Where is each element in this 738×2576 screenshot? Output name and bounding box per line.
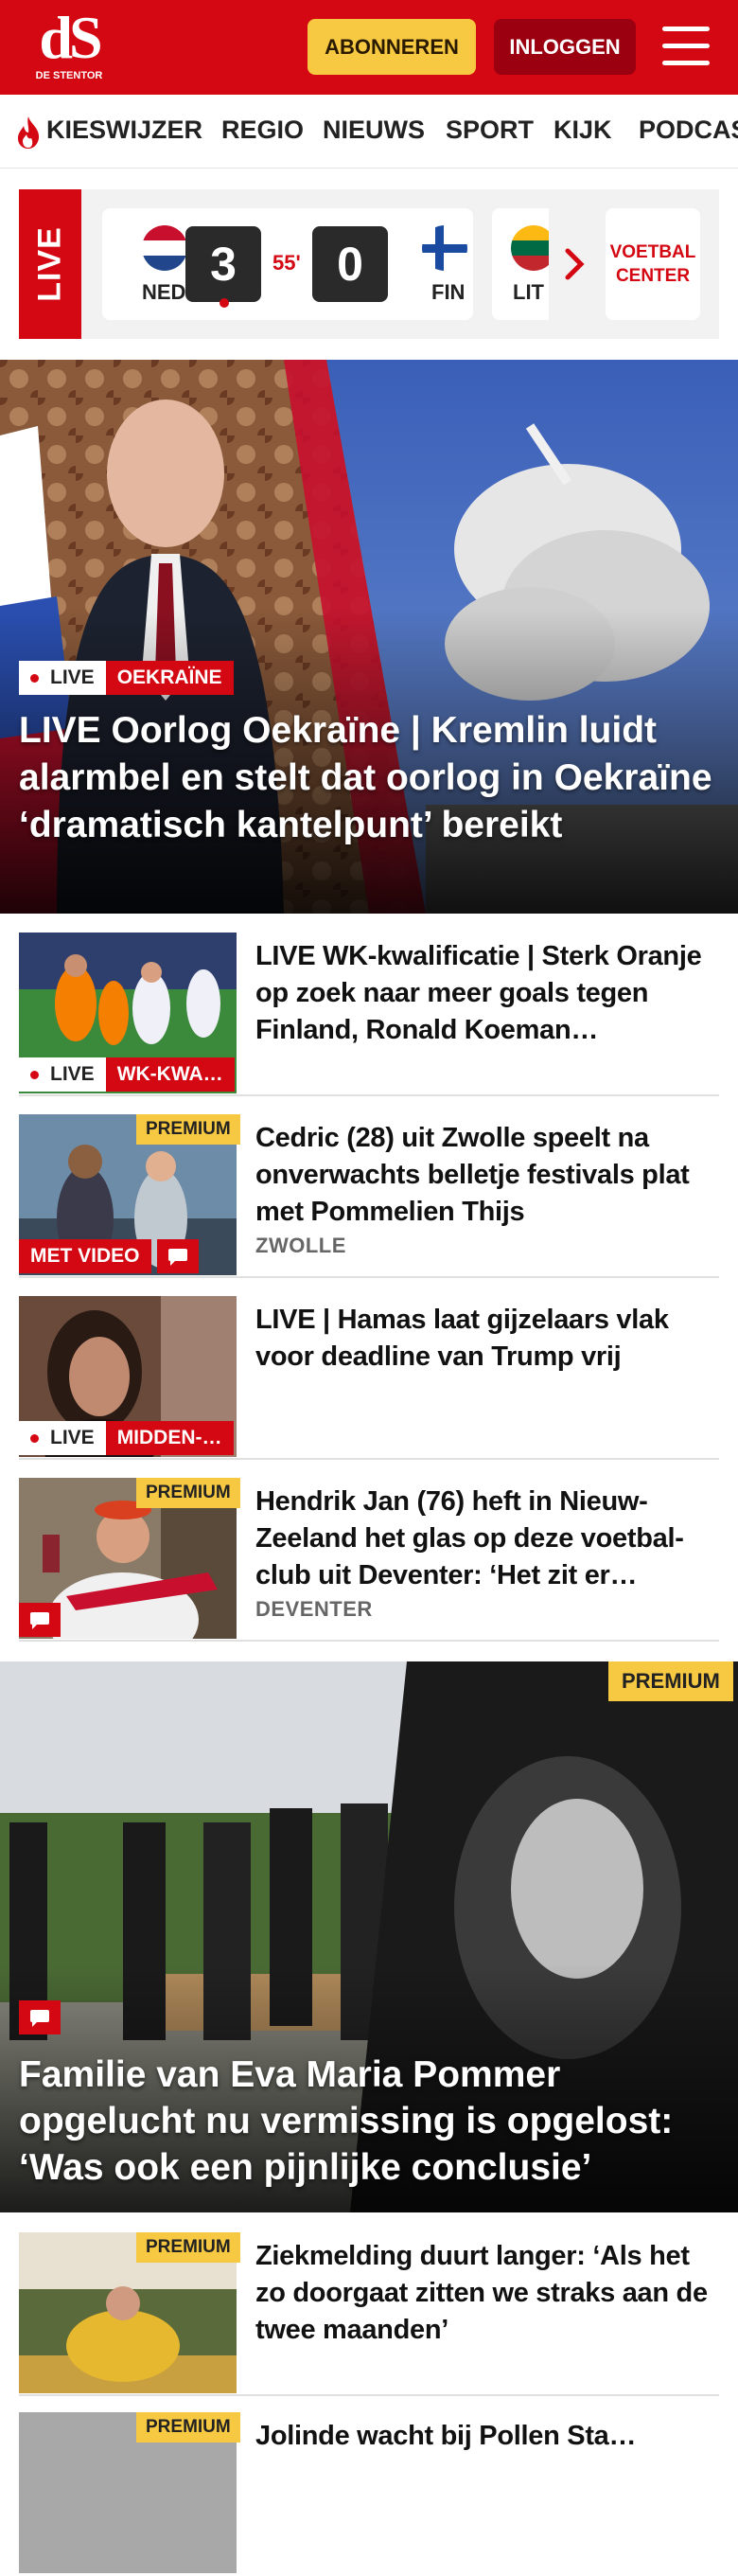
live-scoreboard: LIVE NED 3 55' 0 FIN LIT VOETBAL CENTER: [19, 189, 719, 339]
article-title[interactable]: LIVE | Hamas laat gijzelaars vlak voor d…: [255, 1302, 719, 1376]
flame-icon: [18, 116, 40, 149]
voetbal-center-label-2: CENTER: [615, 266, 691, 286]
live-badge: LIVE: [19, 661, 106, 695]
subscribe-button[interactable]: ABONNEREN: [308, 19, 476, 75]
hero-badges: LIVE OEKRAÏNE: [19, 661, 234, 695]
article-location: ZWOLLE: [255, 1234, 346, 1257]
away-team-code: FIN: [431, 280, 466, 304]
comment-icon: [156, 1239, 199, 1273]
home-team-code: NED: [142, 280, 186, 304]
article-badges: LIVE MIDDEN-…: [19, 1421, 234, 1455]
match-card[interactable]: NED 3 55' 0 FIN: [102, 208, 473, 320]
list-item[interactable]: PREMIUM Hendrik Jan (76) heft in Nieuw-Z…: [19, 1478, 719, 1642]
article-badges: MET VIDEO: [19, 1239, 199, 1273]
list-item[interactable]: PREMIUM MET VIDEO Cedric (28) uit Zwolle…: [19, 1114, 719, 1278]
flag-lt-icon: [511, 225, 549, 271]
nav-item-kieswijzer[interactable]: KIESWIJZER: [46, 115, 202, 145]
nav-item-sport[interactable]: SPORT: [446, 115, 534, 145]
comment-icon: [19, 1603, 61, 1637]
main-nav: KIESWIJZER REGIO NIEUWS SPORT KIJK PODCA…: [0, 95, 738, 169]
chevron-right-icon: [565, 248, 585, 280]
premium-badge: PREMIUM: [608, 1661, 733, 1701]
nav-item-nieuws[interactable]: NIEUWS: [323, 115, 425, 145]
video-badge: MET VIDEO: [19, 1239, 151, 1273]
nav-item-regio[interactable]: REGIO: [221, 115, 304, 145]
nav-item-kijk[interactable]: KIJK: [554, 115, 612, 145]
list-item[interactable]: PREMIUM Jolinde wacht bij Pollen Sta…: [19, 2412, 719, 2576]
site-logo[interactable]: dS DE STENTOR: [26, 4, 112, 83]
article-location: DEVENTER: [255, 1597, 373, 1621]
header-bar: dS DE STENTOR ABONNEREN INLOGGEN: [0, 0, 738, 95]
article-badges: LIVE WK-KWA…: [19, 1057, 235, 1092]
hero-title[interactable]: LIVE Oorlog Oekraïne | Kremlin luidt ala…: [19, 707, 719, 849]
article-title[interactable]: Hendrik Jan (76) heft in Nieuw-Zeeland h…: [255, 1483, 719, 1594]
premium-badge: PREMIUM: [136, 2232, 240, 2263]
list-item[interactable]: PREMIUM Ziekmelding duurt langer: ‘Als h…: [19, 2232, 719, 2396]
premium-badge: PREMIUM: [136, 1478, 240, 1508]
premium-badge: PREMIUM: [136, 1114, 240, 1145]
flag-fi-icon: [422, 225, 467, 271]
article-title[interactable]: Cedric (28) uit Zwolle speelt na onverwa…: [255, 1120, 719, 1231]
voetbal-center-label-1: VOETBAL: [609, 242, 696, 262]
live-dot-icon: [220, 298, 229, 308]
live-dot-icon: [30, 1433, 39, 1443]
list-item[interactable]: LIVE WK-KWA… LIVE WK-kwalificatie | Ster…: [19, 933, 719, 1096]
live-dot-icon: [30, 1070, 39, 1079]
logo-mark: dS: [39, 4, 102, 71]
flag-nl-icon: [142, 225, 187, 271]
feature-title[interactable]: Familie van Eva Maria Pommer opgelucht n…: [19, 2052, 719, 2191]
section-badge: WK-KWA…: [105, 1057, 235, 1092]
article-title[interactable]: Ziekmelding duurt langer: ‘Als het zo do…: [255, 2238, 719, 2349]
section-badge: OEKRAÏNE: [105, 661, 234, 695]
live-dot-icon: [30, 673, 39, 683]
menu-icon[interactable]: [662, 25, 712, 68]
hero-article[interactable]: LIVE OEKRAÏNE LIVE Oorlog Oekraïne | Kre…: [0, 360, 738, 914]
premium-badge: PREMIUM: [136, 2412, 240, 2443]
live-tab[interactable]: LIVE: [19, 189, 81, 339]
logo-subtitle: DE STENTOR: [35, 70, 103, 81]
home-score: 3: [185, 226, 261, 302]
away-score: 0: [312, 226, 388, 302]
live-badge: LIVE: [19, 1057, 106, 1092]
next-match-card[interactable]: LIT: [492, 208, 549, 320]
feature-article[interactable]: PREMIUM Familie van Eva Maria Pommer opg…: [0, 1661, 738, 2212]
login-button[interactable]: INLOGGEN: [494, 19, 636, 75]
next-team-code: LIT: [513, 280, 544, 304]
list-item[interactable]: LIVE MIDDEN-… LIVE | Hamas laat gijzelaa…: [19, 1296, 719, 1460]
live-tab-label: LIVE: [31, 226, 68, 302]
scroll-right-button[interactable]: [551, 208, 598, 320]
match-minute: 55': [272, 251, 301, 275]
comment-icon: [19, 2000, 61, 2034]
live-badge: LIVE: [19, 1421, 106, 1455]
voetbal-center-link[interactable]: VOETBAL CENTER: [606, 208, 700, 320]
nav-item-podcast[interactable]: PODCAS: [639, 115, 738, 145]
section-badge: MIDDEN-…: [105, 1421, 234, 1455]
article-title[interactable]: LIVE WK-kwalificatie | Sterk Oranje op z…: [255, 938, 719, 1049]
